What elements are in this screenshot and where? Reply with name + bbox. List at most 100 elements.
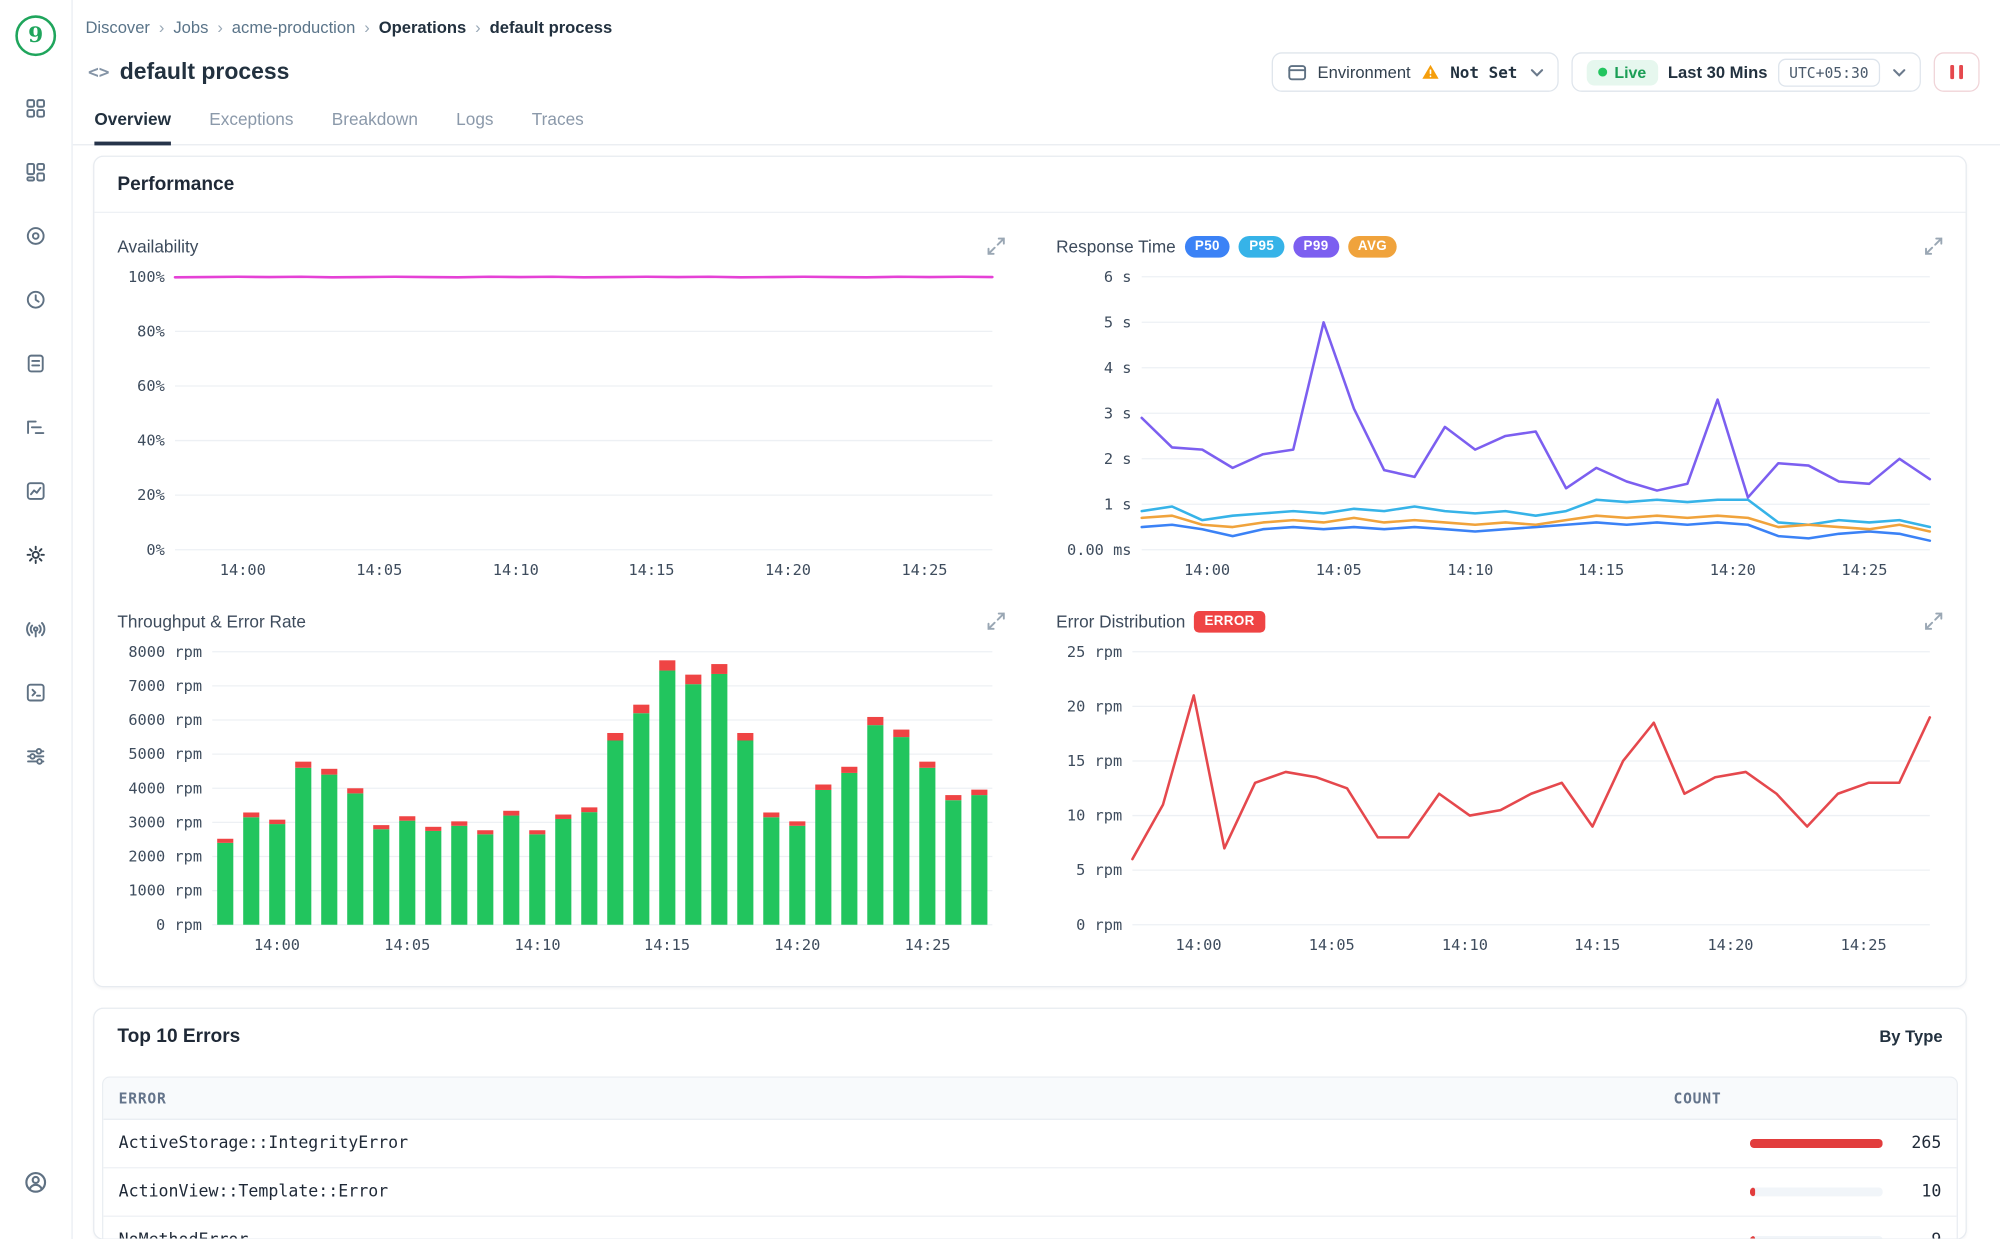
expand-icon — [1925, 612, 1943, 630]
breadcrumb-item[interactable]: Discover — [85, 18, 150, 37]
svg-text:3 s: 3 s — [1104, 404, 1132, 422]
tab-traces[interactable]: Traces — [532, 110, 584, 144]
app-root: 9 Discover›Jobs›acme-production›Operatio… — [0, 0, 2000, 1239]
breadcrumb-separator: › — [364, 18, 370, 37]
tab-breakdown[interactable]: Breakdown — [332, 110, 418, 144]
svg-text:14:10: 14:10 — [1447, 561, 1493, 579]
count-bar-fill — [1750, 1139, 1883, 1148]
sidebar-item-target[interactable] — [14, 214, 57, 257]
expand-chart-button[interactable] — [987, 237, 1005, 255]
table-row[interactable]: NoMethodError9 — [103, 1217, 1956, 1239]
breadcrumb-item[interactable]: Jobs — [173, 18, 208, 37]
svg-text:5 s: 5 s — [1104, 313, 1132, 331]
sidebar-item-sliders[interactable] — [14, 735, 57, 778]
sidebar-item-clock[interactable] — [14, 278, 57, 321]
gear-icon — [26, 545, 46, 565]
tab-exceptions[interactable]: Exceptions — [209, 110, 293, 144]
sidebar-item-gear[interactable] — [14, 533, 57, 576]
expand-chart-button[interactable] — [987, 612, 1005, 630]
breadcrumb-item[interactable]: Operations — [379, 18, 467, 37]
svg-text:14:20: 14:20 — [765, 561, 811, 579]
sidebar-item-broadcast[interactable] — [14, 607, 57, 650]
apps-icon — [26, 98, 46, 118]
legend-badge-error[interactable]: ERROR — [1194, 610, 1265, 632]
svg-text:10 rpm: 10 rpm — [1067, 807, 1122, 825]
live-dot-icon — [1598, 68, 1607, 77]
document-icon — [26, 353, 46, 373]
chart-canvas-error-distribution[interactable]: 25 rpm20 rpm15 rpm10 rpm5 rpm0 rpm14:001… — [1056, 639, 1942, 960]
legend-badge-avg[interactable]: AVG — [1348, 235, 1398, 257]
svg-text:25 rpm: 25 rpm — [1067, 643, 1122, 661]
environment-selector[interactable]: Environment Not Set — [1272, 52, 1559, 92]
page-title: default process — [120, 59, 290, 86]
environment-label: Environment — [1318, 62, 1411, 81]
code-icon: <> — [88, 62, 110, 82]
svg-text:6 s: 6 s — [1104, 268, 1132, 286]
chart-panel-availability: Availability100%80%60%40%20%0%14:0014:05… — [107, 221, 1015, 596]
tab-logs[interactable]: Logs — [456, 110, 493, 144]
svg-text:60%: 60% — [137, 377, 165, 395]
count-cell: 265 — [1673, 1134, 1941, 1153]
sidebar-item-dashboard[interactable] — [14, 151, 57, 194]
sidebar-bottom — [14, 1160, 57, 1224]
svg-text:14:00: 14:00 — [254, 936, 300, 954]
app-logo[interactable]: 9 — [15, 15, 56, 56]
chart-title: Response Time — [1056, 237, 1176, 256]
expand-chart-button[interactable] — [1925, 612, 1943, 630]
breadcrumb-item[interactable]: acme-production — [232, 18, 356, 37]
by-type-filter[interactable]: By Type — [1879, 1027, 1942, 1046]
svg-text:14:00: 14:00 — [220, 561, 266, 579]
legend-badge-p99[interactable]: P99 — [1293, 235, 1338, 257]
svg-text:20 rpm: 20 rpm — [1067, 697, 1122, 715]
expand-icon — [987, 612, 1005, 630]
chart-panel-error-distribution: Error DistributionERROR25 rpm20 rpm15 rp… — [1046, 596, 1953, 971]
warning-icon — [1421, 62, 1440, 81]
environment-value: Not Set — [1450, 62, 1517, 81]
errors-table-head: ERROR COUNT — [103, 1078, 1956, 1120]
live-label: Live — [1614, 63, 1646, 81]
tab-overview[interactable]: Overview — [94, 110, 171, 146]
svg-text:14:00: 14:00 — [1176, 936, 1222, 954]
chart-header-response-time: Response Time P50 P95 P99 AVG — [1056, 231, 1942, 262]
clock-icon — [26, 290, 46, 310]
expand-chart-button[interactable] — [1925, 237, 1943, 255]
chevron-down-icon — [1530, 61, 1543, 84]
table-row[interactable]: ActionView::Template::Error10 — [103, 1168, 1956, 1216]
sidebar-item-trace[interactable] — [14, 406, 57, 449]
performance-title: Performance — [117, 173, 234, 195]
svg-text:0%: 0% — [146, 541, 164, 559]
page-header: <> default process Environment — [73, 37, 2000, 92]
chart-title: Availability — [117, 237, 198, 256]
svg-text:1 s: 1 s — [1104, 495, 1132, 513]
time-range-selector[interactable]: Live Last 30 Mins UTC+05:30 — [1571, 52, 1921, 92]
sidebar-item-apps[interactable] — [14, 87, 57, 130]
sidebar-item-document[interactable] — [14, 342, 57, 385]
chart-canvas-response-time[interactable]: 6 s5 s4 s3 s2 s1 s0.00 ms14:0014:0514:10… — [1056, 264, 1942, 585]
svg-text:0.00 ms: 0.00 ms — [1067, 541, 1131, 559]
breadcrumb: Discover›Jobs›acme-production›Operations… — [73, 0, 2000, 37]
svg-text:3000 rpm: 3000 rpm — [128, 813, 202, 831]
svg-text:5000 rpm: 5000 rpm — [128, 745, 202, 763]
svg-text:14:05: 14:05 — [356, 561, 402, 579]
svg-text:80%: 80% — [137, 322, 165, 340]
sidebar-item-account[interactable] — [14, 1160, 57, 1203]
svg-text:14:15: 14:15 — [1578, 561, 1624, 579]
dashboard-icon — [26, 162, 46, 182]
table-row[interactable]: ActiveStorage::IntegrityError265 — [103, 1120, 1956, 1168]
pause-button[interactable] — [1934, 52, 1980, 92]
live-indicator: Live — [1586, 59, 1657, 85]
svg-text:1000 rpm: 1000 rpm — [128, 882, 202, 900]
chart-title: Throughput & Error Rate — [117, 612, 306, 631]
legend-badge-p50[interactable]: P50 — [1185, 235, 1230, 257]
chart-icon — [26, 481, 46, 501]
top-errors-header: Top 10 Errors By Type — [94, 1009, 1965, 1064]
legend-badge-p95[interactable]: P95 — [1239, 235, 1284, 257]
chevron-down-icon — [1893, 61, 1906, 84]
sidebar-item-terminal[interactable] — [14, 671, 57, 714]
svg-text:8000 rpm: 8000 rpm — [128, 643, 202, 661]
chart-canvas-availability[interactable]: 100%80%60%40%20%0%14:0014:0514:1014:1514… — [117, 264, 1005, 585]
main-area: Discover›Jobs›acme-production›Operations… — [73, 0, 2000, 1239]
chart-canvas-throughput[interactable]: 8000 rpm7000 rpm6000 rpm5000 rpm4000 rpm… — [117, 639, 1005, 960]
sidebar-item-chart[interactable] — [14, 469, 57, 512]
timezone-badge: UTC+05:30 — [1778, 58, 1880, 86]
